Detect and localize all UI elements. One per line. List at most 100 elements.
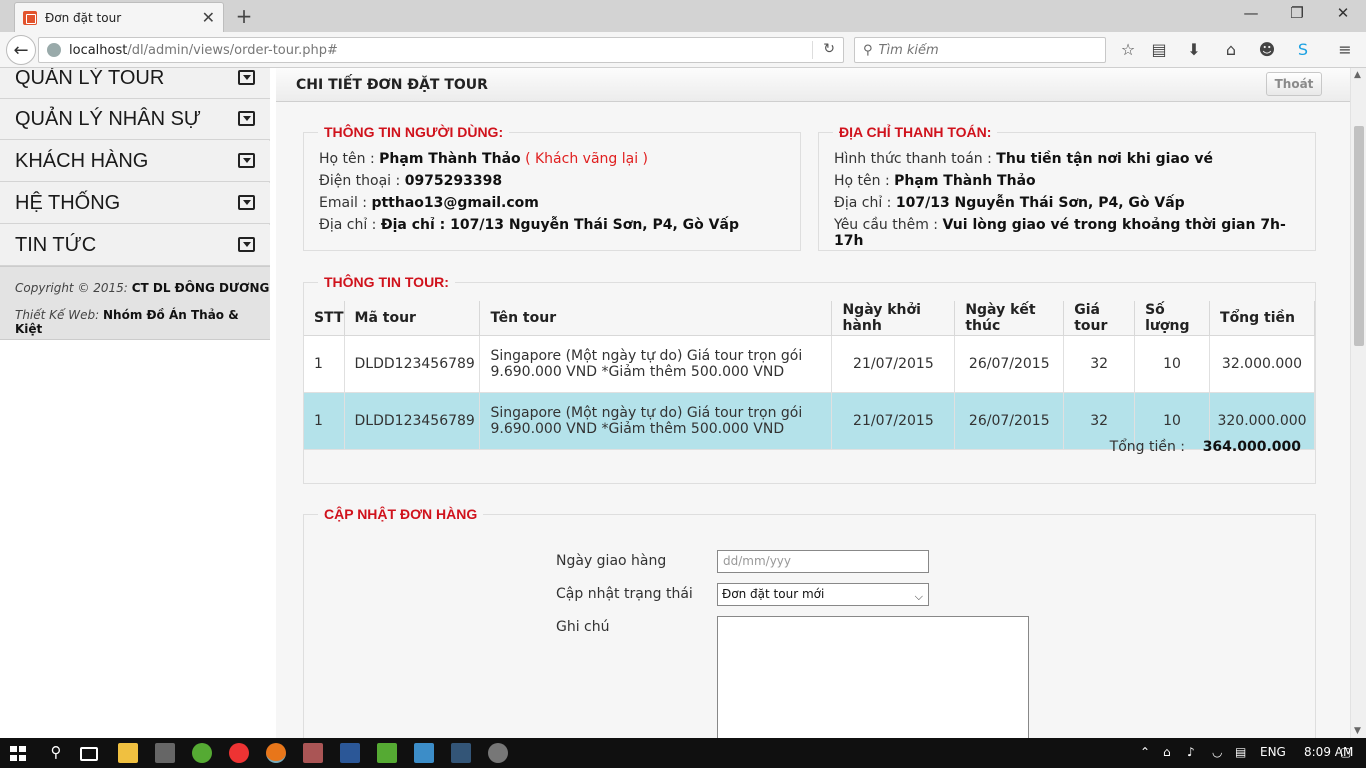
reload-icon[interactable]: ↻ (823, 41, 835, 57)
file-explorer-icon[interactable] (118, 743, 138, 763)
globe-icon (47, 43, 61, 57)
column-header: Ngày khởi hành (831, 301, 956, 336)
sidebar-item-customers[interactable]: KHÁCH HÀNG (0, 141, 270, 182)
home-icon[interactable]: ⌂ (1220, 40, 1242, 62)
user-name-line: Họ tên : Phạm Thành Thảo ( Khách vãng lạ… (319, 151, 649, 167)
payment-address-line: Địa chỉ : 107/13 Nguyễn Thái Sơn, P4, Gò… (834, 195, 1185, 211)
scrollbar-thumb[interactable] (1354, 126, 1364, 346)
chevron-down-icon[interactable] (238, 70, 255, 85)
tour-info-panel: THÔNG TIN TOUR: STT Mã tour Tên tour Ngà… (303, 274, 1316, 484)
app-icon[interactable] (192, 743, 212, 763)
payment-request-line: Yêu cầu thêm : Vui lòng giao vé trong kh… (834, 217, 1286, 249)
row-stt: 1 (304, 335, 345, 393)
firefox-icon[interactable] (266, 743, 286, 763)
search-input[interactable] (878, 42, 1089, 58)
search-icon[interactable]: ⚲ (46, 743, 66, 763)
column-header: Giá tour (1063, 301, 1136, 336)
row-price: 32 (1063, 335, 1136, 393)
row-code: DLDD123456789 (344, 335, 481, 393)
scroll-down-icon[interactable]: ▼ (1354, 726, 1361, 736)
user-email-line: Email : ptthao13@gmail.com (319, 195, 539, 211)
windows-start-icon[interactable] (10, 746, 26, 761)
sidebar: QUẢN LÝ TOUR QUẢN LÝ NHÂN SỰ KHÁCH HÀNG … (0, 68, 270, 340)
tour-info-legend: THÔNG TIN TOUR: (318, 274, 455, 290)
user-info-panel: THÔNG TIN NGƯỜI DÙNG: Họ tên : Phạm Thàn… (303, 124, 801, 251)
delivery-date-label: Ngày giao hàng (556, 553, 667, 569)
close-window-icon[interactable]: ✕ (1328, 4, 1358, 22)
grand-total-label: Tổng tiền : (1109, 439, 1185, 455)
sidebar-item-system[interactable]: HỆ THỐNG (0, 183, 270, 224)
restore-icon[interactable]: ❐ (1282, 4, 1312, 22)
sidebar-item-staff[interactable]: QUẢN LÝ NHÂN SỰ (0, 99, 270, 140)
designer-line: Thiết Kế Web: Nhóm Đồ Án Thảo & Kiệt (15, 308, 239, 336)
notepad-icon[interactable] (414, 743, 434, 763)
row-qty: 10 (1134, 335, 1211, 393)
new-tab-icon[interactable]: + (234, 4, 254, 28)
app-icon[interactable] (377, 743, 397, 763)
url-path: /dl/admin/views/order-tour.php# (127, 42, 338, 58)
notification-icon[interactable]: ▤ (1235, 745, 1246, 759)
menu-icon[interactable]: ≡ (1334, 40, 1356, 62)
column-header: Ngày kết thúc (954, 301, 1065, 336)
chevron-down-icon[interactable] (238, 237, 255, 252)
table-header-row: STT Mã tour Tên tour Ngày khởi hành Ngày… (304, 301, 1315, 336)
column-header: Tên tour (479, 301, 833, 336)
note-textarea[interactable] (717, 616, 1029, 738)
table-row[interactable]: 1 DLDD123456789 Singapore (Một ngày tự d… (304, 335, 1315, 393)
chevron-down-icon[interactable] (238, 195, 255, 210)
main-content: CHI TIẾT ĐƠN ĐẶT TOUR Thoát THÔNG TIN NG… (276, 68, 1350, 738)
payment-name-line: Họ tên : Phạm Thành Thảo (834, 173, 1036, 189)
download-icon[interactable]: ⬇ (1183, 40, 1205, 62)
user-phone-line: Điện thoại : 0975293398 (319, 173, 503, 189)
calculator-icon[interactable] (155, 743, 175, 763)
sidebar-item-news[interactable]: TIN TỨC (0, 225, 270, 266)
app-icon[interactable] (303, 743, 323, 763)
delivery-date-input[interactable]: dd/mm/yyy (717, 550, 929, 573)
chevron-down-icon: ⌵ (914, 590, 923, 603)
sidebar-item-tours[interactable]: QUẢN LÝ TOUR (0, 68, 270, 99)
browser-search-bar[interactable]: ⚲ (854, 37, 1106, 63)
chevron-up-icon[interactable]: ⌃ (1140, 745, 1150, 759)
row-end: 26/07/2015 (954, 335, 1065, 393)
browser-tab[interactable]: Đơn đặt tour ✕ (14, 2, 224, 32)
tab-title: Đơn đặt tour (45, 10, 122, 25)
grand-total-value: 364.000.000 (1202, 439, 1301, 455)
minimize-icon[interactable]: — (1236, 4, 1266, 22)
url-host: localhost (69, 42, 128, 58)
page-scrollbar[interactable]: ▲ ▼ (1350, 68, 1366, 738)
chrome-icon[interactable] (229, 743, 249, 763)
scroll-up-icon[interactable]: ▲ (1354, 70, 1361, 80)
column-header: Số lượng (1134, 301, 1211, 336)
app-icon[interactable] (488, 743, 508, 763)
wifi-icon[interactable]: ◡ (1212, 745, 1222, 759)
chat-icon[interactable]: ☻ (1256, 40, 1278, 62)
reading-list-icon[interactable]: ▤ (1148, 40, 1170, 62)
status-select[interactable]: Đơn đặt tour mới ⌵ (717, 583, 929, 606)
chevron-down-icon[interactable] (238, 111, 255, 126)
browser-tab-bar: Đơn đặt tour ✕ + — ❐ ✕ (0, 0, 1366, 32)
action-center-icon[interactable]: ▢ (1340, 745, 1351, 759)
row-total: 32.000.000 (1209, 335, 1315, 393)
app-icon[interactable] (451, 743, 471, 763)
search-icon: ⚲ (863, 42, 873, 58)
url-bar[interactable]: localhost/dl/admin/views/order-tour.php#… (38, 37, 844, 63)
sidebar-item-label: QUẢN LÝ NHÂN SỰ (15, 107, 202, 130)
language-indicator[interactable]: ENG (1260, 745, 1286, 759)
payment-panel: ĐỊA CHỈ THANH TOÁN: Hình thức thanh toán… (818, 124, 1316, 251)
volume-icon[interactable]: ♪ (1187, 745, 1195, 759)
status-selected-value: Đơn đặt tour mới (722, 587, 825, 601)
sidebar-item-label: HỆ THỐNG (15, 191, 121, 214)
sidebar-item-label: KHÁCH HÀNG (15, 149, 149, 172)
task-view-icon[interactable] (80, 747, 98, 761)
skype-icon[interactable]: S (1292, 40, 1314, 62)
note-label: Ghi chú (556, 619, 610, 635)
word-icon[interactable] (340, 743, 360, 763)
network-icon[interactable]: ⌂ (1163, 745, 1171, 759)
copyright-line: Copyright © 2015: CT DL ĐÔNG DƯƠNG (15, 281, 270, 295)
logout-button[interactable]: Thoát (1266, 72, 1322, 96)
close-tab-icon[interactable]: ✕ (202, 8, 215, 27)
sidebar-item-label: QUẢN LÝ TOUR (15, 68, 165, 89)
back-button[interactable]: ← (6, 35, 36, 65)
bookmark-star-icon[interactable]: ☆ (1117, 40, 1139, 62)
chevron-down-icon[interactable] (238, 153, 255, 168)
